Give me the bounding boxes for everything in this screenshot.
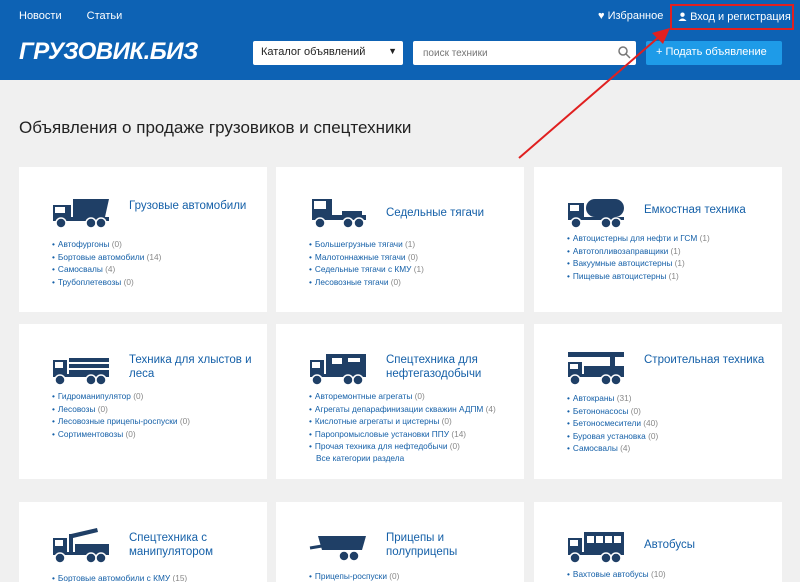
timber-truck-icon xyxy=(53,358,109,386)
subcategory-list: Автофургоны (0) Бортовые автомобили (14)… xyxy=(52,238,162,289)
search-icon[interactable] xyxy=(617,45,631,59)
page-title: Объявления о продаже грузовиков и спецте… xyxy=(19,118,412,137)
catalog-select[interactable]: Каталог объявлений ▼ xyxy=(253,41,403,65)
list-item[interactable]: Буровая установка (0) xyxy=(567,430,658,443)
category-title[interactable]: Грузовые автомобили xyxy=(129,199,259,213)
list-item[interactable]: Авторемонтные агрегаты (0) xyxy=(309,390,496,403)
list-item[interactable]: Большегрузные тягачи (1) xyxy=(309,238,424,251)
list-item[interactable]: Лесовозные тягачи (0) xyxy=(309,276,424,289)
user-icon xyxy=(678,12,687,21)
manipulator-truck-icon xyxy=(53,528,109,564)
dump-truck-icon xyxy=(53,199,109,229)
tanker-truck-icon xyxy=(568,199,624,229)
category-title[interactable]: Спецтехника для нефтегазодобычи xyxy=(386,353,516,381)
trailer-icon xyxy=(309,536,366,562)
category-title[interactable]: Техника для хлыстов и леса xyxy=(129,353,259,381)
list-item[interactable]: Агрегаты депарафинизации скважин АДПМ (4… xyxy=(309,403,496,416)
category-card: Спецтехника для нефтегазодобычи Авторемо… xyxy=(276,324,524,479)
list-item[interactable]: Вахтовые автобусы (10) xyxy=(567,568,666,581)
favorites-label: Избранное xyxy=(607,10,664,22)
list-item[interactable]: Самосвалы (4) xyxy=(52,263,161,276)
list-item[interactable]: Прочая техника для нефтедобычи (0) xyxy=(309,440,496,453)
category-card: Спецтехника с манипулятором Бортовые авт… xyxy=(19,502,267,582)
list-item[interactable]: Автокраны (31) xyxy=(567,392,658,405)
subcategory-list: Прицепы-роспуски (0) xyxy=(309,570,400,582)
heart-icon: ♥ xyxy=(598,10,605,22)
category-card: Строительная техника Автокраны (31) Бето… xyxy=(534,324,782,479)
list-item[interactable]: Сортиментовозы (0) xyxy=(52,428,190,441)
subcategory-list: Автоцистерны для нефти и ГСМ (1) Автотоп… xyxy=(567,232,710,282)
list-item[interactable]: Прицепы-роспуски (0) xyxy=(309,570,400,582)
list-item[interactable]: Автоцистерны для нефти и ГСМ (1) xyxy=(567,232,710,245)
list-item[interactable]: Бортовые автомобили с КМУ (15) xyxy=(52,572,187,582)
list-item[interactable]: Бетоносмесители (40) xyxy=(567,417,658,430)
category-title[interactable]: Строительная техника xyxy=(644,353,774,367)
login-register-link[interactable]: Вход и регистрация xyxy=(670,4,794,30)
catalog-select-value: Каталог объявлений xyxy=(261,46,366,58)
list-item[interactable]: Бортовые автомобили (14) xyxy=(52,251,162,264)
crane-truck-icon xyxy=(568,352,624,386)
list-item[interactable]: Автотопливозаправщики (1) xyxy=(567,245,710,258)
category-title[interactable]: Автобусы xyxy=(644,538,774,552)
nav-articles-link[interactable]: Статьи xyxy=(87,10,123,22)
site-logo[interactable]: ГРУЗОВИК.БИЗ xyxy=(19,38,198,66)
list-item[interactable]: Лесовозы (0) xyxy=(52,403,190,416)
category-card: Прицепы и полуприцепы Прицепы-роспуски (… xyxy=(276,502,524,582)
login-label: Вход и регистрация xyxy=(690,11,791,23)
subcategory-list: Автокраны (31) Бетононасосы (0) Бетоносм… xyxy=(567,392,658,455)
list-item[interactable]: Кислотные агрегаты и цистерны (0) xyxy=(309,415,496,428)
search-input[interactable] xyxy=(413,41,636,65)
post-ad-button[interactable]: + Подать объявление xyxy=(646,41,782,65)
top-nav: Новости Статьи xyxy=(19,10,144,22)
subcategory-list: Бортовые автомобили с КМУ (15) xyxy=(52,572,187,582)
category-card: Техника для хлыстов и леса Гидроманипуля… xyxy=(19,324,267,479)
list-item[interactable]: Вакуумные автоцистерны (1) xyxy=(567,257,710,270)
oilfield-truck-icon xyxy=(310,354,366,386)
list-item[interactable]: Паропромысловые установки ППУ (14) xyxy=(309,428,496,441)
category-title[interactable]: Прицепы и полуприцепы xyxy=(386,531,516,559)
list-item[interactable]: Автофургоны (0) xyxy=(52,238,161,251)
list-item[interactable]: Бетононасосы (0) xyxy=(567,405,658,418)
category-card: Грузовые автомобили Автофургоны (0) Борт… xyxy=(19,167,267,312)
tractor-truck-icon xyxy=(312,199,366,229)
list-item[interactable]: Пищевые автоцистерны (1) xyxy=(567,270,710,283)
list-item[interactable]: Трубоплетевозы (0) xyxy=(52,276,161,289)
chevron-down-icon: ▼ xyxy=(388,46,397,56)
list-item[interactable]: Самосвалы (4) xyxy=(567,442,658,455)
subcategory-list: Большегрузные тягачи (1) Малотоннажные т… xyxy=(309,238,424,288)
bus-icon xyxy=(568,532,624,564)
category-card: Седельные тягачи Большегрузные тягачи (1… xyxy=(276,167,524,312)
subcategory-list: Гидроманипулятор (0) Лесовозы (0) Лесово… xyxy=(52,390,190,440)
category-title[interactable]: Спецтехника с манипулятором xyxy=(129,531,259,559)
favorites-link[interactable]: ♥ Избранное xyxy=(598,10,663,22)
subcategory-list: Авторемонтные агрегаты (0) Агрегаты депа… xyxy=(309,390,496,453)
list-item[interactable]: Малотоннажные тягачи (0) xyxy=(309,251,424,264)
list-item[interactable]: Лесовозные прицепы-роспуски (0) xyxy=(52,415,190,428)
category-card: Емкостная техника Автоцистерны для нефти… xyxy=(534,167,782,312)
subcategory-list: Вахтовые автобусы (10) xyxy=(567,568,666,581)
list-item[interactable]: Гидроманипулятор (0) xyxy=(52,390,190,403)
category-title[interactable]: Седельные тягачи xyxy=(386,206,516,220)
all-categories-link[interactable]: Все категории раздела xyxy=(316,453,404,463)
list-item[interactable]: Седельные тягачи с КМУ (1) xyxy=(309,263,424,276)
category-card: Автобусы Вахтовые автобусы (10) xyxy=(534,502,782,582)
category-title[interactable]: Емкостная техника xyxy=(644,203,774,217)
nav-news-link[interactable]: Новости xyxy=(19,10,62,22)
